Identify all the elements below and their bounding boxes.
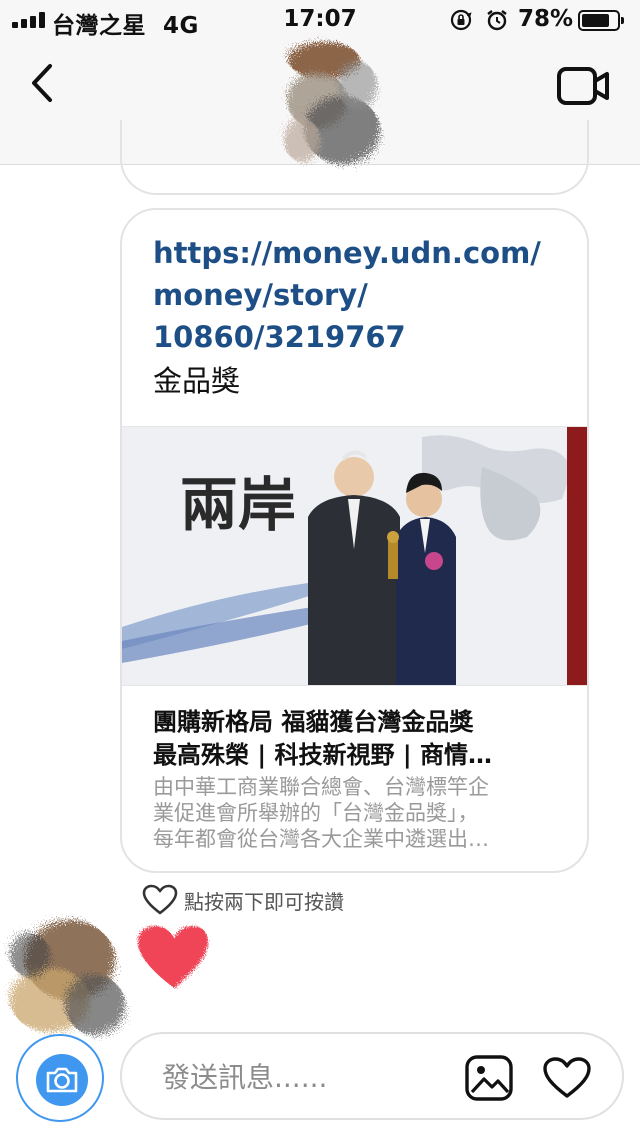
orientation-lock-icon <box>450 9 472 31</box>
preview-description-line: 業促進會所舉辦的「台灣金品獎」， <box>153 801 479 825</box>
svg-text:兩岸: 兩岸 <box>180 471 296 539</box>
message-link[interactable]: https://money.udn.com/ money/story/ 1086… <box>153 232 563 358</box>
url-line: https://money.udn.com/ <box>153 236 541 270</box>
message-input[interactable] <box>162 1055 442 1099</box>
back-icon[interactable] <box>24 60 60 106</box>
link-preview-description: 由中華工商業聯合總會、台灣標竿企 業促進會所舉辦的「台灣金品獎」， 每年都會從台… <box>153 774 563 852</box>
link-message-bubble[interactable]: https://money.udn.com/ money/story/ 1086… <box>120 208 589 873</box>
preview-title-line: 最高殊榮 | 科技新視野 | 商情… <box>153 741 492 769</box>
battery-icon <box>578 10 624 31</box>
camera-button[interactable] <box>36 1054 88 1106</box>
message-text: 金品獎 <box>153 364 241 398</box>
preview-description-line: 每年都會從台灣各大企業中遴選出… <box>153 827 489 851</box>
previous-message-bubble <box>120 120 589 195</box>
heart-icon[interactable] <box>542 1056 592 1100</box>
gallery-icon[interactable] <box>464 1054 514 1102</box>
battery-fill <box>582 14 609 27</box>
link-preview-title[interactable]: 團購新格局 福貓獲台灣金品獎 最高殊榮 | 科技新視野 | 商情… <box>153 706 563 772</box>
camera-icon <box>46 1067 78 1093</box>
url-line: 10860/3219767 <box>153 320 406 354</box>
sender-avatar[interactable] <box>0 900 140 1050</box>
message-composer <box>120 1032 624 1120</box>
video-call-icon[interactable] <box>556 66 610 106</box>
link-preview-image[interactable]: 兩岸 <box>122 426 587 686</box>
sent-heart-icon <box>138 926 208 988</box>
camera-button-ring[interactable] <box>16 1034 104 1122</box>
battery-percent: 78% <box>518 6 574 32</box>
preview-description-line: 由中華工商業聯合總會、台灣標竿企 <box>153 775 489 799</box>
preview-title-line: 團購新格局 福貓獲台灣金品獎 <box>153 708 474 736</box>
alarm-icon <box>487 10 507 31</box>
url-line: money/story/ <box>153 278 368 312</box>
